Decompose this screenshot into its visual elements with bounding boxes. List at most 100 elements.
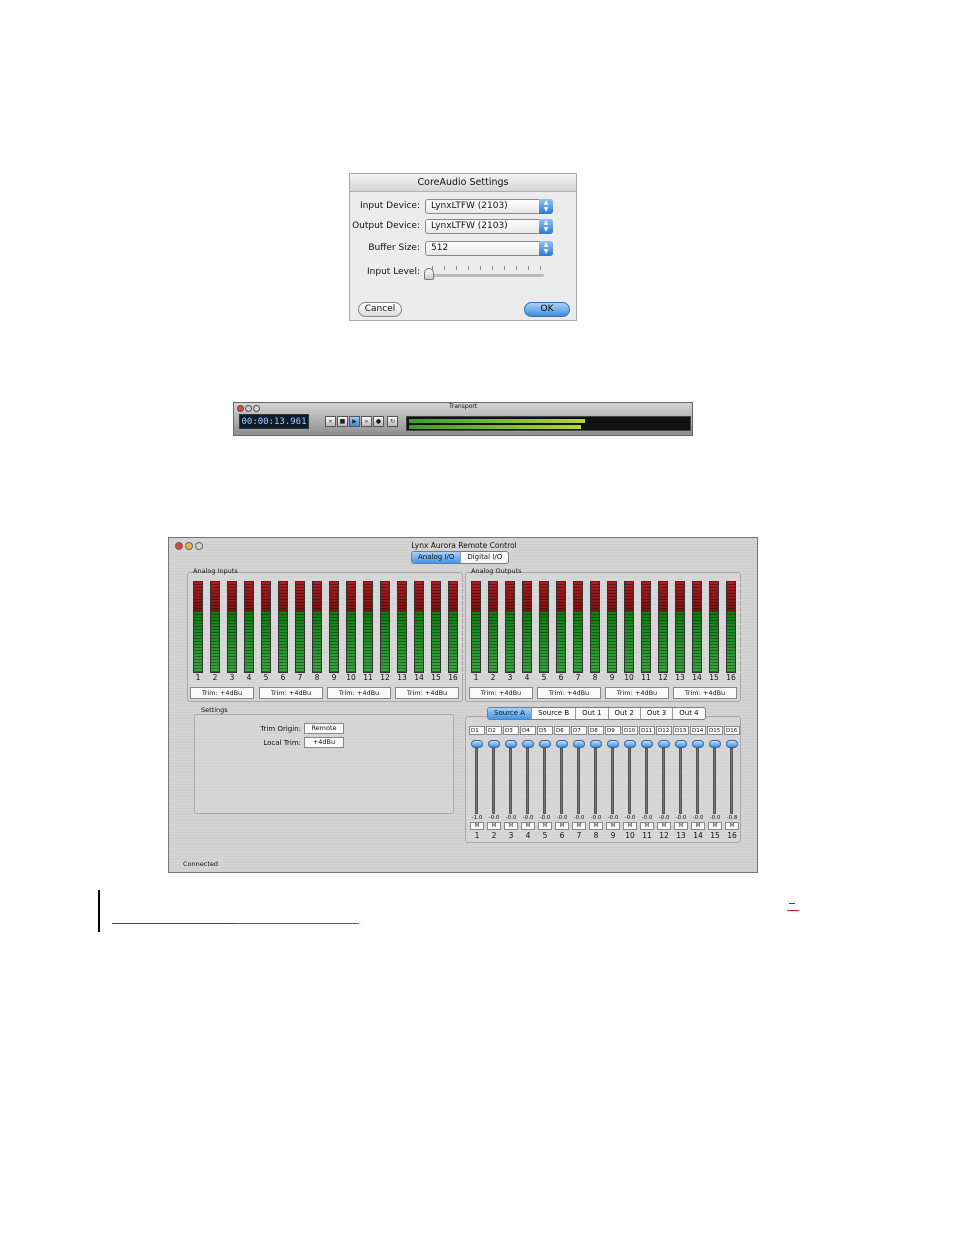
fader-knob-11[interactable] xyxy=(641,740,653,748)
fader-track-3[interactable] xyxy=(509,748,512,814)
source-select-6[interactable]: D6 xyxy=(554,726,570,735)
mute-button-9[interactable]: M xyxy=(606,822,620,830)
fader-knob-9[interactable] xyxy=(607,740,619,748)
fader-knob-16[interactable] xyxy=(726,740,738,748)
fader-track-14[interactable] xyxy=(696,748,699,814)
tab-source-b[interactable]: Source B xyxy=(532,708,577,719)
fader-track-12[interactable] xyxy=(662,748,665,814)
source-select-14[interactable]: D14 xyxy=(690,726,706,735)
tab-source-a[interactable]: Source A xyxy=(488,708,533,719)
fader-knob-5[interactable] xyxy=(539,740,551,748)
input-device-select[interactable]: LynxLTFW (2103) ▲ ▼ xyxy=(425,199,553,214)
fader-track-10[interactable] xyxy=(628,748,631,814)
fader-knob-2[interactable] xyxy=(488,740,500,748)
trim-button-1[interactable]: Trim: +4dBu xyxy=(190,687,254,699)
fader-knob-14[interactable] xyxy=(692,740,704,748)
fader-knob-10[interactable] xyxy=(624,740,636,748)
tab-out-2[interactable]: Out 2 xyxy=(609,708,641,719)
fader-track-4[interactable] xyxy=(526,748,529,814)
input-level-thumb[interactable] xyxy=(424,268,434,280)
fader-track-8[interactable] xyxy=(594,748,597,814)
output-meter-12 xyxy=(658,581,668,673)
trim-button-8[interactable]: Trim: +4dBu xyxy=(673,687,737,699)
fader-knob-1[interactable] xyxy=(471,740,483,748)
fast-forward-icon[interactable]: » xyxy=(361,416,372,427)
source-select-9[interactable]: D9 xyxy=(605,726,621,735)
fader-knob-13[interactable] xyxy=(675,740,687,748)
source-select-12[interactable]: D12 xyxy=(656,726,672,735)
mute-button-15[interactable]: M xyxy=(708,822,722,830)
trim-button-6[interactable]: Trim: +4dBu xyxy=(537,687,601,699)
fader-track-1[interactable] xyxy=(475,748,478,814)
fader-knob-12[interactable] xyxy=(658,740,670,748)
minimize-icon[interactable] xyxy=(245,405,252,412)
ok-button[interactable]: OK xyxy=(524,302,570,317)
cancel-button[interactable]: Cancel xyxy=(358,302,402,317)
tab-analog-io[interactable]: Analog I/O xyxy=(412,552,462,563)
trim-button-4[interactable]: Trim: +4dBu xyxy=(395,687,459,699)
rewind-icon[interactable]: « xyxy=(325,416,336,427)
tab-out-3[interactable]: Out 3 xyxy=(641,708,674,719)
stop-icon[interactable]: ■ xyxy=(337,416,348,427)
fader-knob-15[interactable] xyxy=(709,740,721,748)
fader-track-2[interactable] xyxy=(492,748,495,814)
source-select-11[interactable]: D11 xyxy=(639,726,655,735)
trim-button-3[interactable]: Trim: +4dBu xyxy=(327,687,391,699)
zoom-icon[interactable] xyxy=(253,405,260,412)
fader-track-5[interactable] xyxy=(543,748,546,814)
fader-track-15[interactable] xyxy=(713,748,716,814)
source-select-16[interactable]: D16 xyxy=(724,726,740,735)
buffer-size-select[interactable]: 512 ▲ ▼ xyxy=(425,241,553,256)
source-select-2[interactable]: D2 xyxy=(486,726,502,735)
mute-button-5[interactable]: M xyxy=(538,822,552,830)
fader-track-6[interactable] xyxy=(560,748,563,814)
source-select-7[interactable]: D7 xyxy=(571,726,587,735)
source-select-10[interactable]: D10 xyxy=(622,726,638,735)
tab-out-4[interactable]: Out 4 xyxy=(673,708,704,719)
tab-out-1[interactable]: Out 1 xyxy=(576,708,609,719)
mute-button-6[interactable]: M xyxy=(555,822,569,830)
mute-button-1[interactable]: M xyxy=(470,822,484,830)
source-select-8[interactable]: D8 xyxy=(588,726,604,735)
fader-track-16[interactable] xyxy=(730,748,733,814)
mute-button-14[interactable]: M xyxy=(691,822,705,830)
tab-digital-io[interactable]: Digital I/O xyxy=(461,552,508,563)
loop-icon[interactable]: ↻ xyxy=(387,416,398,427)
mute-button-16[interactable]: M xyxy=(725,822,739,830)
source-select-4[interactable]: D4 xyxy=(520,726,536,735)
trim-button-7[interactable]: Trim: +4dBu xyxy=(605,687,669,699)
output-device-select[interactable]: LynxLTFW (2103) ▲ ▼ xyxy=(425,219,553,234)
play-icon[interactable]: ▶ xyxy=(349,416,360,427)
trim-button-2[interactable]: Trim: +4dBu xyxy=(259,687,323,699)
fader-knob-6[interactable] xyxy=(556,740,568,748)
mute-button-8[interactable]: M xyxy=(589,822,603,830)
trim-origin-field[interactable]: Remote xyxy=(304,723,344,734)
mute-button-3[interactable]: M xyxy=(504,822,518,830)
local-trim-field[interactable]: +4dBu xyxy=(304,737,344,748)
mute-button-12[interactable]: M xyxy=(657,822,671,830)
output-meter-scale xyxy=(702,581,708,673)
fader-track-13[interactable] xyxy=(679,748,682,814)
fader-knob-4[interactable] xyxy=(522,740,534,748)
mute-button-7[interactable]: M xyxy=(572,822,586,830)
fader-knob-3[interactable] xyxy=(505,740,517,748)
fader-track-7[interactable] xyxy=(577,748,580,814)
mute-button-2[interactable]: M xyxy=(487,822,501,830)
input-level-slider[interactable] xyxy=(424,266,544,280)
source-select-3[interactable]: D3 xyxy=(503,726,519,735)
source-select-5[interactable]: D5 xyxy=(537,726,553,735)
trim-button-5[interactable]: Trim: +4dBu xyxy=(469,687,533,699)
mute-button-10[interactable]: M xyxy=(623,822,637,830)
fader-knob-7[interactable] xyxy=(573,740,585,748)
mute-button-4[interactable]: M xyxy=(521,822,535,830)
source-select-1[interactable]: D1 xyxy=(469,726,485,735)
mute-button-13[interactable]: M xyxy=(674,822,688,830)
close-icon[interactable] xyxy=(237,405,244,412)
fader-track-11[interactable] xyxy=(645,748,648,814)
fader-knob-8[interactable] xyxy=(590,740,602,748)
source-select-13[interactable]: D13 xyxy=(673,726,689,735)
mute-button-11[interactable]: M xyxy=(640,822,654,830)
fader-track-9[interactable] xyxy=(611,748,614,814)
record-icon[interactable]: ● xyxy=(373,416,384,427)
source-select-15[interactable]: D15 xyxy=(707,726,723,735)
